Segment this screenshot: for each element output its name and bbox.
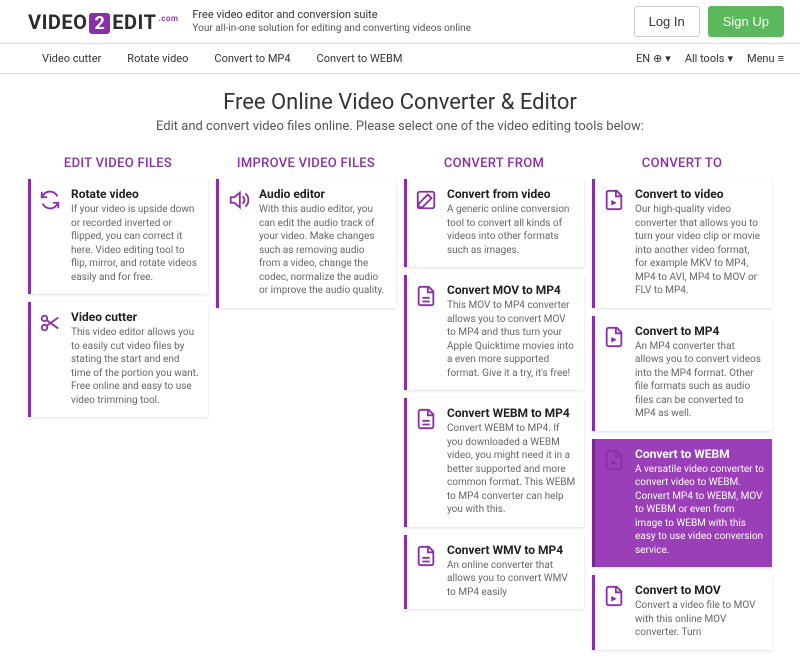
file-icon [413,406,439,517]
card-convert-to-mp4[interactable]: Convert to MP4 An MP4 converter that allo… [592,316,772,431]
video-file-icon [601,583,627,640]
card-convert-to-webm[interactable]: Convert to WEBM A versatile video convert… [592,439,772,568]
card-title: Convert to WEBM [635,447,764,461]
chevron-down-icon: ▾ [727,52,733,65]
card-desc: This video editor allows you to easily c… [71,326,200,407]
card-title: Convert WEBM to MP4 [447,406,576,420]
tagline-sub: Your all-in-one solution for editing and… [192,22,471,35]
logo-text-left: VIDEO [28,10,87,34]
page-subtitle: Edit and convert video files online. Ple… [0,119,800,134]
card-desc: Convert WEBM to MP4. If you downloaded a… [447,422,576,517]
col-head-edit: EDIT VIDEO FILES [28,150,208,179]
col-convert-from: CONVERT FROM Convert from video A generic… [404,150,584,658]
card-rotate-video[interactable]: Rotate video If your video is upside down… [28,179,208,294]
login-button[interactable]: Log In [634,6,700,37]
card-audio-editor[interactable]: Audio editor With this audio editor, you … [216,179,396,308]
tagline-title: Free video editor and conversion suite [192,8,471,22]
video-file-icon [601,324,627,421]
nav-convert-webm[interactable]: Convert to WEBM [317,44,419,73]
col-improve: IMPROVE VIDEO FILES Audio editor With thi… [216,150,396,658]
video-file-icon [601,187,627,298]
card-desc: An MP4 converter that allows you to conv… [635,340,764,421]
card-title: Convert WMV to MP4 [447,543,576,557]
card-video-cutter[interactable]: Video cutter This video editor allows you… [28,302,208,417]
signup-button[interactable]: Sign Up [708,6,784,37]
card-convert-to-mov[interactable]: Convert to MOV Convert a video file to MO… [592,575,772,650]
card-mov-to-mp4[interactable]: Convert MOV to MP4 This MOV to MP4 conver… [404,275,584,390]
chevron-down-icon: ▾ [665,52,671,65]
lang-selector[interactable]: EN⊕▾ [636,52,671,65]
top-bar: VIDEO 2 EDIT .com Free video editor and … [0,0,800,44]
card-desc: This MOV to MP4 converter allows you to … [447,299,576,380]
card-webm-to-mp4[interactable]: Convert WEBM to MP4 Convert WEBM to MP4. … [404,398,584,527]
nav-rotate-video[interactable]: Rotate video [127,44,204,73]
rotate-icon [37,187,63,284]
tool-columns: EDIT VIDEO FILES Rotate video If your vid… [0,144,800,658]
edit-icon [413,187,439,257]
card-title: Convert to MOV [635,583,764,597]
video-file-icon [601,447,627,558]
nav-convert-mp4[interactable]: Convert to MP4 [214,44,306,73]
page-title: Free Online Video Converter & Editor [0,90,800,115]
card-desc: A versatile video converter to convert v… [635,463,764,558]
card-title: Convert to MP4 [635,324,764,338]
card-title: Convert to video [635,187,764,201]
globe-icon: ⊕ [653,52,662,65]
nav-video-cutter[interactable]: Video cutter [42,44,117,73]
col-head-improve: IMPROVE VIDEO FILES [216,150,396,179]
menu-button[interactable]: Menu≡ [747,52,784,65]
card-convert-from-video[interactable]: Convert from video A generic online conve… [404,179,584,267]
card-desc: With this audio editor, you can edit the… [259,203,388,298]
audio-icon [225,187,251,298]
card-desc: An online converter that allows you to c… [447,559,576,600]
menu-icon: ≡ [778,52,784,65]
col-head-to: CONVERT TO [592,150,772,179]
logo-badge: 2 [89,13,110,34]
card-desc: If your video is upside down or recorded… [71,203,200,284]
nav-bar: Video cutter Rotate video Convert to MP4… [0,44,800,74]
hero: Free Online Video Converter & Editor Edi… [0,74,800,144]
card-title: Rotate video [71,187,200,201]
card-desc: Convert a video file to MOV with this on… [635,599,764,640]
card-title: Audio editor [259,187,388,201]
col-edit: EDIT VIDEO FILES Rotate video If your vid… [28,150,208,658]
card-wmv-to-mp4[interactable]: Convert WMV to MP4 An online converter th… [404,535,584,610]
card-desc: A generic online conversion tool to conv… [447,203,576,257]
file-icon [413,543,439,600]
scissors-icon [37,310,63,407]
col-head-from: CONVERT FROM [404,150,584,179]
logo-text-right: EDIT [112,10,156,34]
all-tools-menu[interactable]: All tools▾ [685,52,733,65]
tagline: Free video editor and conversion suite Y… [192,8,471,35]
card-convert-to-video[interactable]: Convert to video Our high-quality video c… [592,179,772,308]
card-title: Convert from video [447,187,576,201]
card-desc: Our high-quality video converter that al… [635,203,764,298]
card-title: Convert MOV to MP4 [447,283,576,297]
card-title: Video cutter [71,310,200,324]
file-icon [413,283,439,380]
logo[interactable]: VIDEO 2 EDIT .com [28,10,178,34]
col-convert-to: CONVERT TO Convert to video Our high-qual… [592,150,772,658]
logo-com: .com [159,14,179,23]
